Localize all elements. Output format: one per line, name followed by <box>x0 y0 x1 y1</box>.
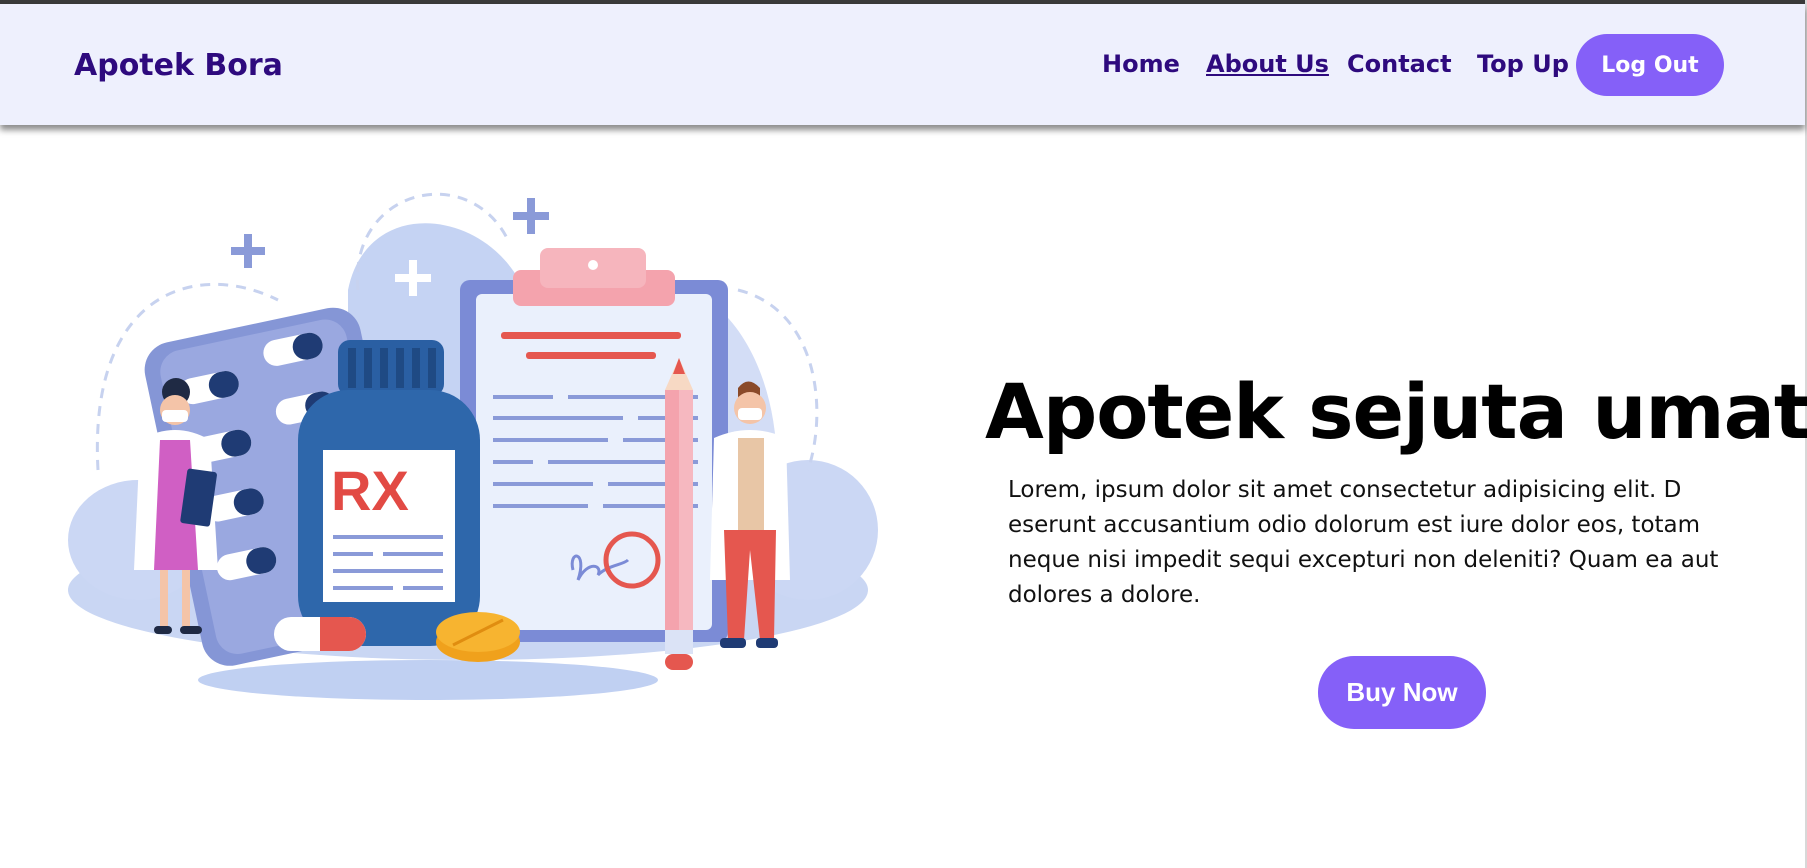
nav-link-top-up[interactable]: Top Up <box>1477 50 1569 78</box>
pharmacy-illustration: RX <box>68 192 878 700</box>
nav-link-home[interactable]: Home <box>1102 50 1180 78</box>
tablet-pill <box>436 612 520 662</box>
pencil <box>665 358 693 670</box>
nav-link-about-us[interactable]: About Us <box>1206 50 1329 78</box>
hero-description: Lorem, ipsum dolor sit amet consectetur … <box>1008 477 1719 608</box>
nav-link-contact[interactable]: Contact <box>1347 50 1452 78</box>
floor-shadow <box>198 660 658 700</box>
capsule-pill <box>274 617 366 651</box>
logout-button[interactable]: Log Out <box>1576 34 1724 96</box>
hero-title: Apotek sejuta umat <box>985 366 1807 456</box>
navbar: Apotek Bora Home About Us Contact Top Up… <box>0 4 1805 125</box>
buy-now-button[interactable]: Buy Now <box>1318 656 1486 729</box>
nav-links: Home About Us Contact Top Up <box>0 4 1805 125</box>
rx-label: RX <box>331 459 409 522</box>
